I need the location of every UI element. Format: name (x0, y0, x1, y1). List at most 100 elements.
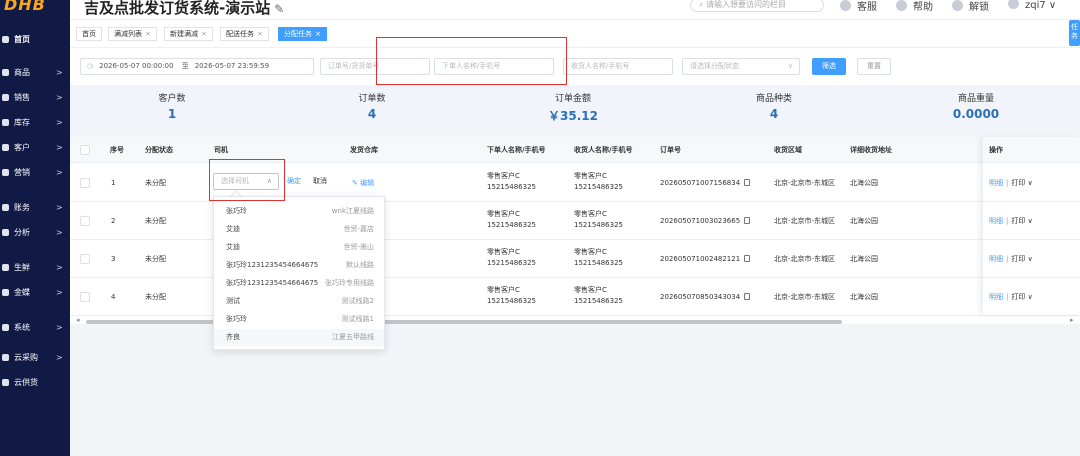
close-icon[interactable]: × (201, 30, 207, 38)
edit-icon[interactable]: ✎ (274, 2, 284, 16)
row-checkbox[interactable] (80, 292, 90, 302)
tab-label: 配送任务 (226, 30, 254, 38)
driver-name: 张巧玲 (226, 207, 247, 215)
user-menu[interactable]: zqi7 ∨ (1008, 0, 1056, 11)
stat-orders: 订单数 4 (272, 91, 472, 121)
status-select[interactable]: 请选择分配状态 ∨ (682, 58, 800, 75)
row-checkbox[interactable] (80, 216, 90, 226)
top-search-input[interactable]: ⌕ 请输入想要访问的栏目 (690, 0, 824, 12)
copy-icon[interactable] (744, 217, 751, 224)
sidebar-item-kingdee[interactable]: 金蝶 > (0, 283, 70, 303)
row-buyer-name: 零售客户C (487, 248, 520, 256)
sidebar-item-marketing[interactable]: 营销 > (0, 163, 70, 183)
tab-discount-list[interactable]: 满减列表 × (108, 27, 157, 41)
close-icon[interactable]: × (315, 30, 321, 38)
stat-weight: 商品重量 0.0000 (876, 91, 1076, 121)
date-separator: 至 (181, 62, 189, 70)
row-area: 北京-北京市-东城区 (774, 179, 836, 187)
sidebar-label: 金蝶 (14, 288, 30, 297)
tab-new-discount[interactable]: 新建满减 × (164, 27, 213, 41)
sidebar-item-sales[interactable]: 销售 > (0, 88, 70, 108)
scroll-right-icon[interactable]: ▸ (1070, 316, 1074, 324)
cancel-button[interactable]: 取消 (313, 176, 327, 187)
stat-value: 4 (769, 107, 779, 121)
header-address: 详细收货地址 (850, 146, 892, 154)
header-warehouse: 发货仓库 (350, 146, 378, 154)
tab-home[interactable]: 首页 (76, 27, 102, 41)
stat-label: 商品重量 (957, 94, 994, 104)
tab-delivery-tasks[interactable]: 配送任务 × (220, 27, 269, 41)
copy-icon[interactable] (744, 255, 751, 262)
header-order-number: 订单号 (660, 146, 681, 154)
clock-icon: ◷ (87, 62, 94, 70)
order-number-input[interactable]: 订单号/货货单号 (320, 58, 430, 75)
system-title: 吉及点批发订货系统-演示站 ✎ (84, 0, 284, 18)
driver-route: 测试线路2 (341, 297, 374, 305)
inventory-icon (2, 119, 9, 126)
scrollbar-thumb[interactable] (86, 320, 842, 324)
edit-warehouse-button[interactable]: ✎ 编辑 (352, 178, 374, 189)
row-order-number: 202605070850343034 (660, 292, 751, 303)
driver-name: 艾迪 (226, 243, 240, 251)
chevron-right-icon: > (56, 118, 63, 127)
driver-option[interactable]: 测试 测试线路2 (214, 293, 384, 310)
driver-option[interactable]: 张巧玲1231235454664675 默认线路 (214, 257, 384, 274)
customer-service-link[interactable]: 客服 (840, 0, 877, 13)
sidebar-item-system[interactable]: 系统 > (0, 318, 70, 338)
sidebar-label: 账务 (14, 203, 30, 212)
date-range-picker[interactable]: ◷ 2026-05-07 00:00:00 至 2026-05-07 23:59:5… (80, 58, 314, 75)
driver-option[interactable]: 张巧玲 wnk江夏线路 (214, 203, 384, 220)
driver-select[interactable]: 选择司机 ∧ (213, 173, 279, 190)
sidebar-item-goods[interactable]: 商品 > (0, 63, 70, 83)
close-icon[interactable]: × (145, 30, 151, 38)
row-seq: 1 (111, 179, 116, 187)
receiver-input[interactable]: 收货人名称/手机号 (563, 58, 673, 75)
driver-option[interactable]: 张巧玲1231235454664675 张巧玲专用线路 (214, 275, 384, 292)
row-checkbox[interactable] (80, 254, 90, 264)
driver-option[interactable]: 艾迪 世贸-嵩山 (214, 239, 384, 256)
sidebar-item-home[interactable]: 首页 (0, 30, 70, 50)
sidebar-item-cloud-purchase[interactable]: 云采购 > (0, 348, 70, 368)
close-icon[interactable]: × (257, 30, 263, 38)
sidebar-item-finance[interactable]: 账务 > (0, 198, 70, 218)
help-link[interactable]: 帮助 (896, 0, 933, 13)
copy-icon[interactable] (744, 293, 751, 300)
sidebar-item-customers[interactable]: 客户 > (0, 138, 70, 158)
chevron-right-icon: > (56, 228, 63, 237)
header-receiver: 收货人名称/手机号 (574, 146, 633, 154)
table-header: 序号 分配状态 司机 发货仓库 下单人名称/手机号 收货人名称/手机号 订单号 … (70, 137, 1080, 163)
sidebar-item-cloud-supply[interactable]: 云供货 (0, 373, 70, 393)
driver-option[interactable]: 齐良 江夏五甲路线 (214, 329, 384, 346)
unlock-link[interactable]: 解锁 (952, 0, 989, 13)
row-area: 北京-北京市-东城区 (774, 255, 836, 263)
sidebar-item-fresh[interactable]: 生鲜 > (0, 258, 70, 278)
copy-icon[interactable] (744, 179, 751, 186)
row-address: 北海公园 (850, 293, 878, 301)
sidebar-label: 云供货 (14, 378, 38, 387)
task-panel-button[interactable]: 任务 (1069, 20, 1080, 46)
cloud-purchase-icon (2, 354, 9, 361)
select-all-checkbox[interactable] (80, 145, 90, 155)
tab-assign-tasks[interactable]: 分配任务 × (278, 27, 327, 41)
driver-name: 张巧玲1231235454664675 (226, 261, 319, 269)
sidebar-item-inventory[interactable]: 库存 > (0, 113, 70, 133)
chevron-down-icon: ∨ (787, 62, 793, 70)
confirm-button[interactable]: 确定 (287, 176, 301, 187)
chevron-up-icon: ∧ (266, 177, 272, 185)
row-checkbox[interactable] (80, 178, 90, 188)
sidebar-label: 云采购 (14, 353, 38, 362)
driver-option[interactable]: 张巧玲 测试线路1 (214, 311, 384, 328)
stat-label: 商品种类 (755, 94, 792, 104)
buyer-input[interactable]: 下单人名称/手机号 (434, 58, 554, 75)
logo[interactable]: DHB (0, 0, 70, 20)
driver-option[interactable]: 艾迪 世贸-嘉店 (214, 221, 384, 238)
row-receiver-name: 零售客户C (574, 210, 607, 218)
stat-customers: 客户数 1 (72, 91, 272, 121)
sidebar-item-analysis[interactable]: 分析 > (0, 223, 70, 243)
filter-button[interactable]: 筛选 (812, 58, 846, 75)
scroll-left-icon[interactable]: ◂ (76, 316, 80, 324)
fixed-operations-column (982, 137, 1080, 315)
order-number-text: 202605070850343034 (660, 293, 741, 301)
finance-icon (2, 204, 9, 211)
reset-button[interactable]: 重置 (857, 58, 891, 75)
